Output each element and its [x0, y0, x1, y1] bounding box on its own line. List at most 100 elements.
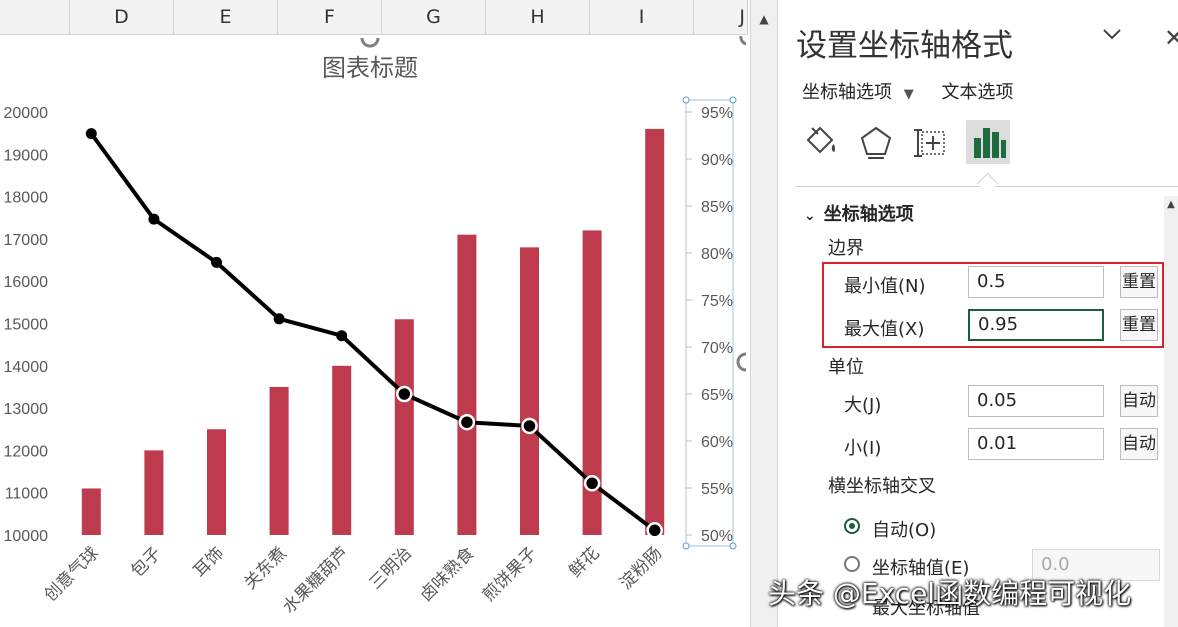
selected-indicator [976, 172, 999, 195]
watermark: 头条 @Excel函数编程可视化 [768, 577, 1132, 610]
min-label: 最小值(N) [844, 276, 926, 297]
tab-axis-options[interactable]: 坐标轴选项 ▼ [802, 78, 914, 104]
chart-resize-handle [739, 36, 747, 46]
units-label: 单位 [828, 357, 864, 378]
y2-tick-label: 55% [701, 481, 733, 498]
max-value-input[interactable]: 0.95 [968, 309, 1104, 341]
close-icon[interactable]: ✕ [1164, 24, 1178, 52]
auto-radio[interactable] [844, 518, 860, 534]
section-axis-options-label: 坐标轴选项 [823, 204, 914, 225]
combo-chart[interactable]: 图表标题 10000 11000 12000 13000 14000 15000 16000… [0, 36, 748, 627]
column-header-f[interactable]: F [278, 0, 382, 34]
y2-tick-label: 70% [701, 340, 733, 357]
bounds-label: 边界 [828, 238, 864, 259]
y2-tick-label: 60% [701, 434, 733, 451]
column-header-c[interactable] [0, 0, 70, 34]
chart-resize-handle [736, 352, 747, 372]
line-point [521, 417, 538, 435]
bar [207, 429, 226, 535]
x-tick-label: 创意气球 [41, 543, 103, 605]
y-tick-label: 16000 [4, 274, 49, 291]
size-properties-icon[interactable] [910, 120, 954, 164]
column-header-j[interactable]: J [694, 0, 748, 34]
axis-value-radio[interactable] [844, 556, 860, 572]
line-point [336, 330, 348, 342]
line-point [583, 475, 601, 492]
line-point [646, 522, 663, 539]
x-tick-label: 卤味熟食 [416, 543, 478, 605]
line-point [458, 413, 476, 431]
bar [269, 386, 289, 535]
bar [645, 128, 665, 536]
y2-tick-label: 95% [701, 105, 733, 122]
max-label: 最大值(X) [844, 319, 925, 340]
tab-axis-options-label: 坐标轴选项 [802, 82, 892, 103]
y-tick-label: 14000 [4, 359, 49, 376]
scroll-up-arrow-icon[interactable]: ▲ [751, 6, 777, 32]
minor-unit-label: 小(I) [844, 438, 882, 459]
x-tick-label: 水果糖葫芦 [279, 543, 353, 617]
tab-text-options[interactable]: 文本选项 [941, 78, 1013, 104]
column-header-h[interactable]: H [486, 0, 590, 34]
column-header-e[interactable]: E [174, 0, 278, 34]
bar [520, 247, 539, 536]
pane-title: 设置坐标轴格式 [796, 28, 1013, 64]
chevron-down-icon[interactable] [1100, 22, 1124, 52]
scroll-up-arrow-icon[interactable]: ▲ [1164, 196, 1178, 214]
line-series [89, 132, 656, 532]
line-point [85, 128, 97, 140]
min-reset-button[interactable]: 重置 [1120, 266, 1158, 298]
x-tick-label: 淀粉肠 [616, 543, 665, 592]
bar [144, 450, 164, 535]
y-tick-label: 13000 [4, 401, 49, 418]
line-point [148, 213, 160, 225]
axis-options-chart-icon[interactable] [966, 120, 1010, 164]
y-tick-label: 20000 [4, 105, 49, 122]
y-tick-label: 12000 [4, 443, 49, 460]
sheet-vertical-scrollbar[interactable]: ▲ [750, 0, 778, 627]
y2-tick-label: 85% [701, 199, 733, 216]
spreadsheet-area: D E F G H I J 图表标题 10000 11000 12000 13000 1… [0, 0, 748, 627]
column-header-i[interactable]: I [590, 0, 694, 34]
line-point [273, 313, 285, 325]
format-axis-pane: 设置坐标轴格式 ✕ 坐标轴选项 ▼ 文本选项 ⌄ 坐标轴选项 边界 最小值(N)… [778, 0, 1178, 627]
chevron-down-icon: ⌄ [804, 208, 816, 224]
min-value-input[interactable]: 0.5 [968, 266, 1104, 298]
section-axis-options[interactable]: ⌄ 坐标轴选项 [804, 200, 914, 226]
major-auto-button[interactable]: 自动 [1120, 385, 1158, 417]
major-unit-input[interactable]: 0.05 [968, 385, 1104, 417]
y-tick-label: 10000 [4, 528, 49, 545]
x-tick-label: 包子 [127, 543, 164, 580]
column-header-g[interactable]: G [382, 0, 486, 34]
y2-tick-label: 90% [701, 152, 733, 169]
chart-title[interactable]: 图表标题 [322, 55, 418, 82]
line-point [396, 385, 413, 403]
pane-scrollbar[interactable]: ▲ [1164, 196, 1178, 627]
x-tick-label: 煎饼果子 [479, 543, 541, 605]
y-tick-label: 18000 [4, 190, 49, 207]
y2-tick-label: 80% [701, 246, 733, 263]
pane-tabs: 坐标轴选项 ▼ 文本选项 [802, 78, 1035, 104]
minor-unit-input[interactable]: 0.01 [968, 428, 1104, 460]
y2-tick-label: 75% [701, 293, 733, 310]
column-header-d[interactable]: D [70, 0, 174, 34]
major-unit-label: 大(J) [844, 395, 882, 416]
horizontal-axis-crosses-label: 横坐标轴交叉 [828, 476, 936, 497]
y-tick-label: 19000 [4, 147, 49, 164]
bar [81, 488, 101, 535]
x-tick-label: 关东煮 [240, 543, 289, 592]
selection-handle [729, 96, 737, 104]
y-tick-label: 17000 [4, 232, 49, 249]
bar [457, 234, 477, 536]
effects-pentagon-icon[interactable] [854, 120, 898, 164]
selection-handle [682, 542, 690, 550]
minor-auto-button[interactable]: 自动 [1120, 428, 1158, 460]
auto-radio-label[interactable]: 自动(O) [872, 516, 936, 542]
y2-tick-label: 50% [701, 528, 733, 545]
selection-handle [682, 96, 690, 104]
fill-line-icon[interactable] [798, 120, 842, 164]
bar [332, 365, 352, 535]
max-reset-button[interactable]: 重置 [1120, 309, 1158, 341]
bar [394, 319, 414, 535]
x-tick-label: 三明治 [366, 543, 415, 592]
